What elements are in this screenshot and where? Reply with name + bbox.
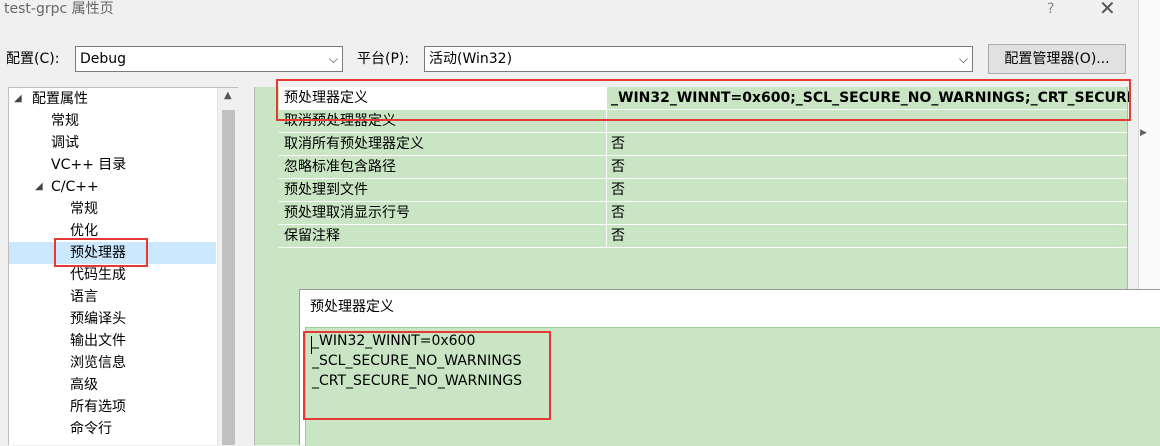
tree-item-output-files[interactable]: 输出文件: [70, 330, 126, 352]
tree-item-all-options[interactable]: 所有选项: [70, 396, 126, 418]
chevron-down-icon[interactable]: ⌵: [959, 50, 968, 68]
preprocessor-definitions-dialog: 预处理器定义 _WIN32_WINNT=0x600 _SCL_SECURE_NO…: [299, 289, 1160, 446]
grid-row-gutter: [255, 87, 279, 247]
tree-item-advanced[interactable]: 高级: [70, 374, 98, 396]
scroll-right-icon[interactable]: ▶: [1140, 128, 1147, 138]
prop-row-undefine-all[interactable]: 取消所有预处理器定义 否: [279, 133, 1129, 156]
prop-name: 预处理器定义: [279, 87, 607, 110]
prop-value[interactable]: 否: [607, 225, 1129, 248]
tree-item-command-line[interactable]: 命令行: [70, 418, 112, 440]
prop-value[interactable]: _WIN32_WINNT=0x600;_SCL_SECURE_NO_WARNIN…: [607, 87, 1129, 110]
tree-item-debugging[interactable]: 调试: [51, 132, 79, 154]
scroll-up-icon[interactable]: ▲: [224, 90, 232, 101]
prop-value[interactable]: 否: [607, 179, 1129, 202]
tree-item-vc-directories[interactable]: VC++ 目录: [51, 154, 126, 176]
collapse-icon[interactable]: ◢: [35, 176, 43, 198]
config-combobox[interactable]: Debug ⌵: [75, 46, 343, 72]
window-title: test-grpc 属性页: [4, 1, 114, 17]
prop-name: 预处理到文件: [279, 179, 607, 202]
definition-line: _CRT_SECURE_NO_WARNINGS: [312, 373, 523, 389]
prop-row-preprocessor-definitions[interactable]: 预处理器定义 _WIN32_WINNT=0x600;_SCL_SECURE_NO…: [279, 87, 1129, 110]
prop-row-preprocess-to-file[interactable]: 预处理到文件 否: [279, 179, 1129, 202]
platform-combobox[interactable]: 活动(Win32) ⌵: [424, 46, 973, 72]
platform-value: 活动(Win32): [429, 51, 513, 67]
tree-item-config-properties[interactable]: 配置属性: [32, 88, 88, 110]
tree-item-cpp[interactable]: C/C++: [51, 176, 99, 198]
tree-item-browse-information[interactable]: 浏览信息: [70, 352, 126, 374]
prop-value[interactable]: 否: [607, 202, 1129, 225]
tree-item-optimization[interactable]: 优化: [70, 220, 98, 242]
close-icon[interactable]: ✕: [1099, 0, 1116, 18]
prop-value[interactable]: [607, 110, 1129, 133]
config-value: Debug: [80, 51, 127, 67]
platform-label: 平台(P):: [357, 51, 410, 67]
tree-item-precompiled-headers[interactable]: 预编译头: [70, 308, 126, 330]
tree-item-preprocessor[interactable]: 预处理器: [9, 242, 216, 264]
scrollbar-thumb[interactable]: [222, 110, 235, 445]
help-button[interactable]: ?: [1047, 0, 1054, 18]
prop-name: 取消预处理器定义: [279, 110, 607, 133]
prop-name: 保留注释: [279, 225, 607, 248]
definition-line: _WIN32_WINNT=0x600: [312, 333, 476, 349]
dialog-title: 预处理器定义: [310, 299, 394, 315]
prop-name: 预处理取消显示行号: [279, 202, 607, 225]
property-tree[interactable]: ◢ 配置属性 常规 调试 VC++ 目录 ◢ C/C++ 常规 优化 预处理器 …: [8, 87, 238, 445]
tree-item-code-generation[interactable]: 代码生成: [70, 264, 126, 286]
tree-item-language[interactable]: 语言: [70, 286, 98, 308]
chevron-down-icon[interactable]: ⌵: [329, 50, 338, 68]
collapse-icon[interactable]: ◢: [14, 88, 22, 110]
tree-item-cpp-general[interactable]: 常规: [70, 198, 98, 220]
prop-row-keep-comments[interactable]: 保留注释 否: [279, 225, 1129, 248]
tree-item-general[interactable]: 常规: [51, 110, 79, 132]
prop-row-suppress-line-numbers[interactable]: 预处理取消显示行号 否: [279, 202, 1129, 225]
prop-row-undefine-preprocessor-definitions[interactable]: 取消预处理器定义: [279, 110, 1129, 133]
config-manager-button[interactable]: 配置管理器(O)...: [988, 44, 1126, 74]
tree-scrollbar[interactable]: ▲: [217, 88, 238, 445]
prop-name: 忽略标准包含路径: [279, 156, 607, 179]
definitions-textarea[interactable]: _WIN32_WINNT=0x600 _SCL_SECURE_NO_WARNIN…: [305, 327, 1160, 446]
config-label: 配置(C):: [6, 51, 60, 67]
prop-row-ignore-standard-include[interactable]: 忽略标准包含路径 否: [279, 156, 1129, 179]
prop-value[interactable]: 否: [607, 156, 1129, 179]
prop-name: 取消所有预处理器定义: [279, 133, 607, 156]
definition-line: _SCL_SECURE_NO_WARNINGS: [312, 353, 522, 369]
prop-value[interactable]: 否: [607, 133, 1129, 156]
